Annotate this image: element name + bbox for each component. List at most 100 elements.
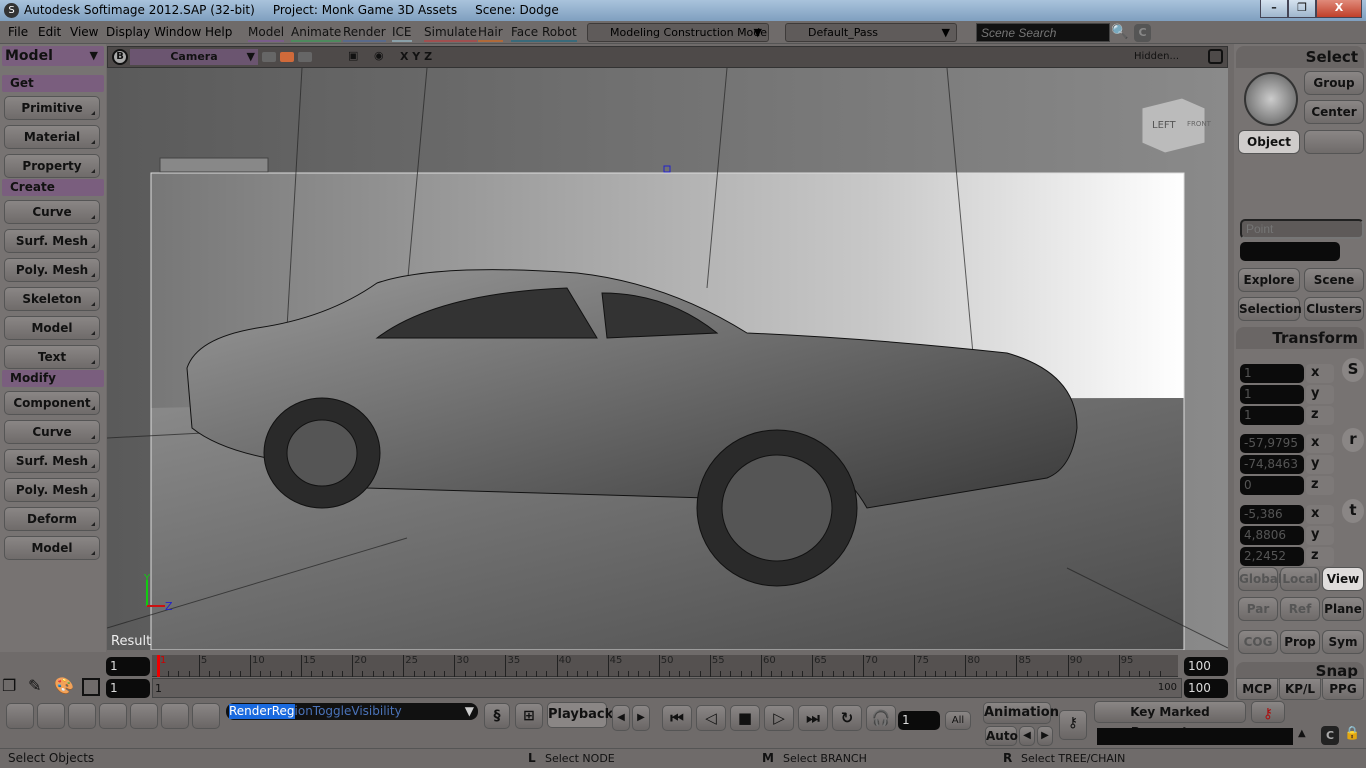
camera-icon[interactable]: ▣ <box>348 49 358 62</box>
play-icon[interactable]: ▷ <box>764 705 794 731</box>
display-mode-menu[interactable]: Hidden... <box>1134 51 1179 62</box>
global-button[interactable]: Global <box>1238 567 1282 591</box>
selection-field[interactable] <box>1240 242 1340 261</box>
construction-mode-dropdown[interactable]: Modeling Construction Mode ▼ <box>587 23 769 42</box>
menu-edit[interactable]: Edit <box>38 25 61 39</box>
layout-custom-icon[interactable] <box>192 703 220 729</box>
sym-button[interactable]: Sym <box>1322 630 1364 654</box>
selection-button[interactable]: Selection <box>1238 297 1302 321</box>
palette-icon[interactable]: 🎨 <box>54 676 74 695</box>
menu-help[interactable]: Help <box>205 25 232 39</box>
component-filter-input[interactable] <box>1240 219 1364 239</box>
brush-icon[interactable]: ✎ <box>28 676 41 695</box>
loop-icon[interactable]: ↻ <box>832 705 862 731</box>
component-button[interactable]: Component <box>4 391 100 415</box>
plane-button[interactable]: Plane <box>1322 597 1364 621</box>
layout-split-vertical-icon[interactable] <box>161 703 189 729</box>
close-button[interactable]: X <box>1316 0 1362 18</box>
clear-marked-button[interactable]: C <box>1321 726 1339 745</box>
view-button[interactable]: View <box>1322 567 1364 591</box>
split-view-icon[interactable] <box>82 678 100 696</box>
search-icon[interactable]: 🔍 <box>1111 24 1128 40</box>
text-button[interactable]: Text <box>4 345 100 369</box>
model-button[interactable]: Model <box>4 316 100 340</box>
prev-key-button[interactable]: ◀ <box>1019 726 1035 746</box>
eye-icon[interactable]: ◉ <box>374 49 384 62</box>
skeleton-button[interactable]: Skeleton <box>4 287 100 311</box>
mode-render[interactable]: Render <box>343 25 386 42</box>
curve-button[interactable]: Curve <box>4 420 100 444</box>
rotate-x-button[interactable]: x <box>1306 434 1334 453</box>
script-editor-icon[interactable]: § <box>484 703 510 729</box>
menu-file[interactable]: File <box>8 25 28 39</box>
select-arrow-icon[interactable] <box>1244 72 1298 126</box>
scale-x-button[interactable]: x <box>1306 364 1334 383</box>
timeline-end-field[interactable]: 100 <box>1184 657 1228 676</box>
camera-dropdown[interactable]: Camera ▼ <box>130 49 258 65</box>
range-end-field[interactable]: 100 <box>1184 679 1228 698</box>
scale-y-button[interactable]: y <box>1306 385 1334 404</box>
local-button[interactable]: Local <box>1280 567 1320 591</box>
playback-menu[interactable]: Playback <box>547 702 613 728</box>
minimize-button[interactable]: – <box>1260 0 1288 18</box>
layout-right-icon[interactable] <box>99 703 127 729</box>
mode-model[interactable]: Model <box>248 25 285 42</box>
property-button[interactable]: Property <box>4 154 100 178</box>
translate-icon[interactable]: t <box>1342 499 1364 523</box>
3d-viewport[interactable]: LEFT FRONT Y Z Result <box>107 68 1228 650</box>
layout-top-icon[interactable] <box>37 703 65 729</box>
scale-x-field[interactable]: 1 <box>1240 364 1304 383</box>
center-button[interactable]: Center <box>1304 100 1364 124</box>
stop-icon[interactable]: ■ <box>730 705 760 731</box>
layout-toggle[interactable] <box>262 52 276 62</box>
auto-key-button[interactable]: Auto <box>985 726 1018 746</box>
menu-view[interactable]: View <box>70 25 98 39</box>
scale-icon[interactable]: S <box>1342 358 1364 382</box>
clusters-button[interactable]: Clusters <box>1304 297 1364 321</box>
restore-button[interactable]: ❐ <box>1288 0 1316 18</box>
timeline[interactable]: 1 5 10 15 20 25 30 35 40 45 50 55 60 65 70 75 80 85 90 95 <box>152 655 1178 677</box>
mode-simulate[interactable]: Simulate <box>424 25 478 42</box>
tab-kpl[interactable]: KP/L <box>1279 678 1321 700</box>
command-line[interactable]: RenderRegionToggleVisibility RenderReg ▼ <box>226 703 478 720</box>
key-set-icon[interactable]: ⚷ <box>1251 701 1285 723</box>
scale-z-field[interactable]: 1 <box>1240 406 1304 425</box>
curve-button[interactable]: Curve <box>4 200 100 224</box>
first-frame-icon[interactable]: ⏮ <box>662 705 692 731</box>
translate-x-field[interactable]: -5,386 <box>1240 505 1304 524</box>
playhead[interactable] <box>157 655 160 677</box>
prev-frame-icon[interactable]: ◀ <box>612 705 630 731</box>
translate-x-button[interactable]: x <box>1306 505 1334 524</box>
range-slider[interactable]: 1 100 <box>152 678 1182 698</box>
mode-ice[interactable]: ICE <box>392 25 412 42</box>
scene-search-input[interactable] <box>976 23 1110 42</box>
component-button[interactable] <box>1304 130 1364 154</box>
tab-mcp[interactable]: MCP <box>1236 678 1278 700</box>
mode-face-robot[interactable]: Face Robot <box>511 25 577 42</box>
clear-search-button[interactable]: C <box>1134 24 1151 42</box>
explorer-icon[interactable]: ❐ <box>2 676 16 695</box>
rotate-z-field[interactable]: 0 <box>1240 476 1304 495</box>
maximize-viewport-icon[interactable] <box>1208 49 1223 64</box>
range-start-field[interactable]: 1 <box>106 679 150 698</box>
axis-toggles[interactable]: X Y Z <box>400 50 432 63</box>
rotate-z-button[interactable]: z <box>1306 476 1334 495</box>
object-button[interactable]: Object <box>1238 130 1300 154</box>
last-frame-icon[interactable]: ⏭ <box>798 705 828 731</box>
surf-mesh-button[interactable]: Surf. Mesh <box>4 229 100 253</box>
frame-field[interactable]: 1 <box>898 711 940 730</box>
lock-icon[interactable]: 🔒 <box>1344 726 1360 741</box>
marked-parameters-field[interactable] <box>1097 728 1293 745</box>
material-button[interactable]: Material <box>4 125 100 149</box>
poly-mesh-button[interactable]: Poly. Mesh <box>4 258 100 282</box>
layout-bottom-icon[interactable] <box>68 703 96 729</box>
animation-menu[interactable]: Animation <box>983 702 1059 724</box>
layout-quad-icon[interactable] <box>130 703 158 729</box>
scale-y-field[interactable]: 1 <box>1240 385 1304 404</box>
viewport-b-button[interactable]: B <box>112 49 128 65</box>
mode-animate[interactable]: Animate <box>291 25 342 42</box>
toolbox-icon[interactable]: ⊞ <box>515 703 543 729</box>
par-button[interactable]: Par <box>1238 597 1278 621</box>
menu-window[interactable]: Window <box>154 25 201 39</box>
surf-mesh-button[interactable]: Surf. Mesh <box>4 449 100 473</box>
